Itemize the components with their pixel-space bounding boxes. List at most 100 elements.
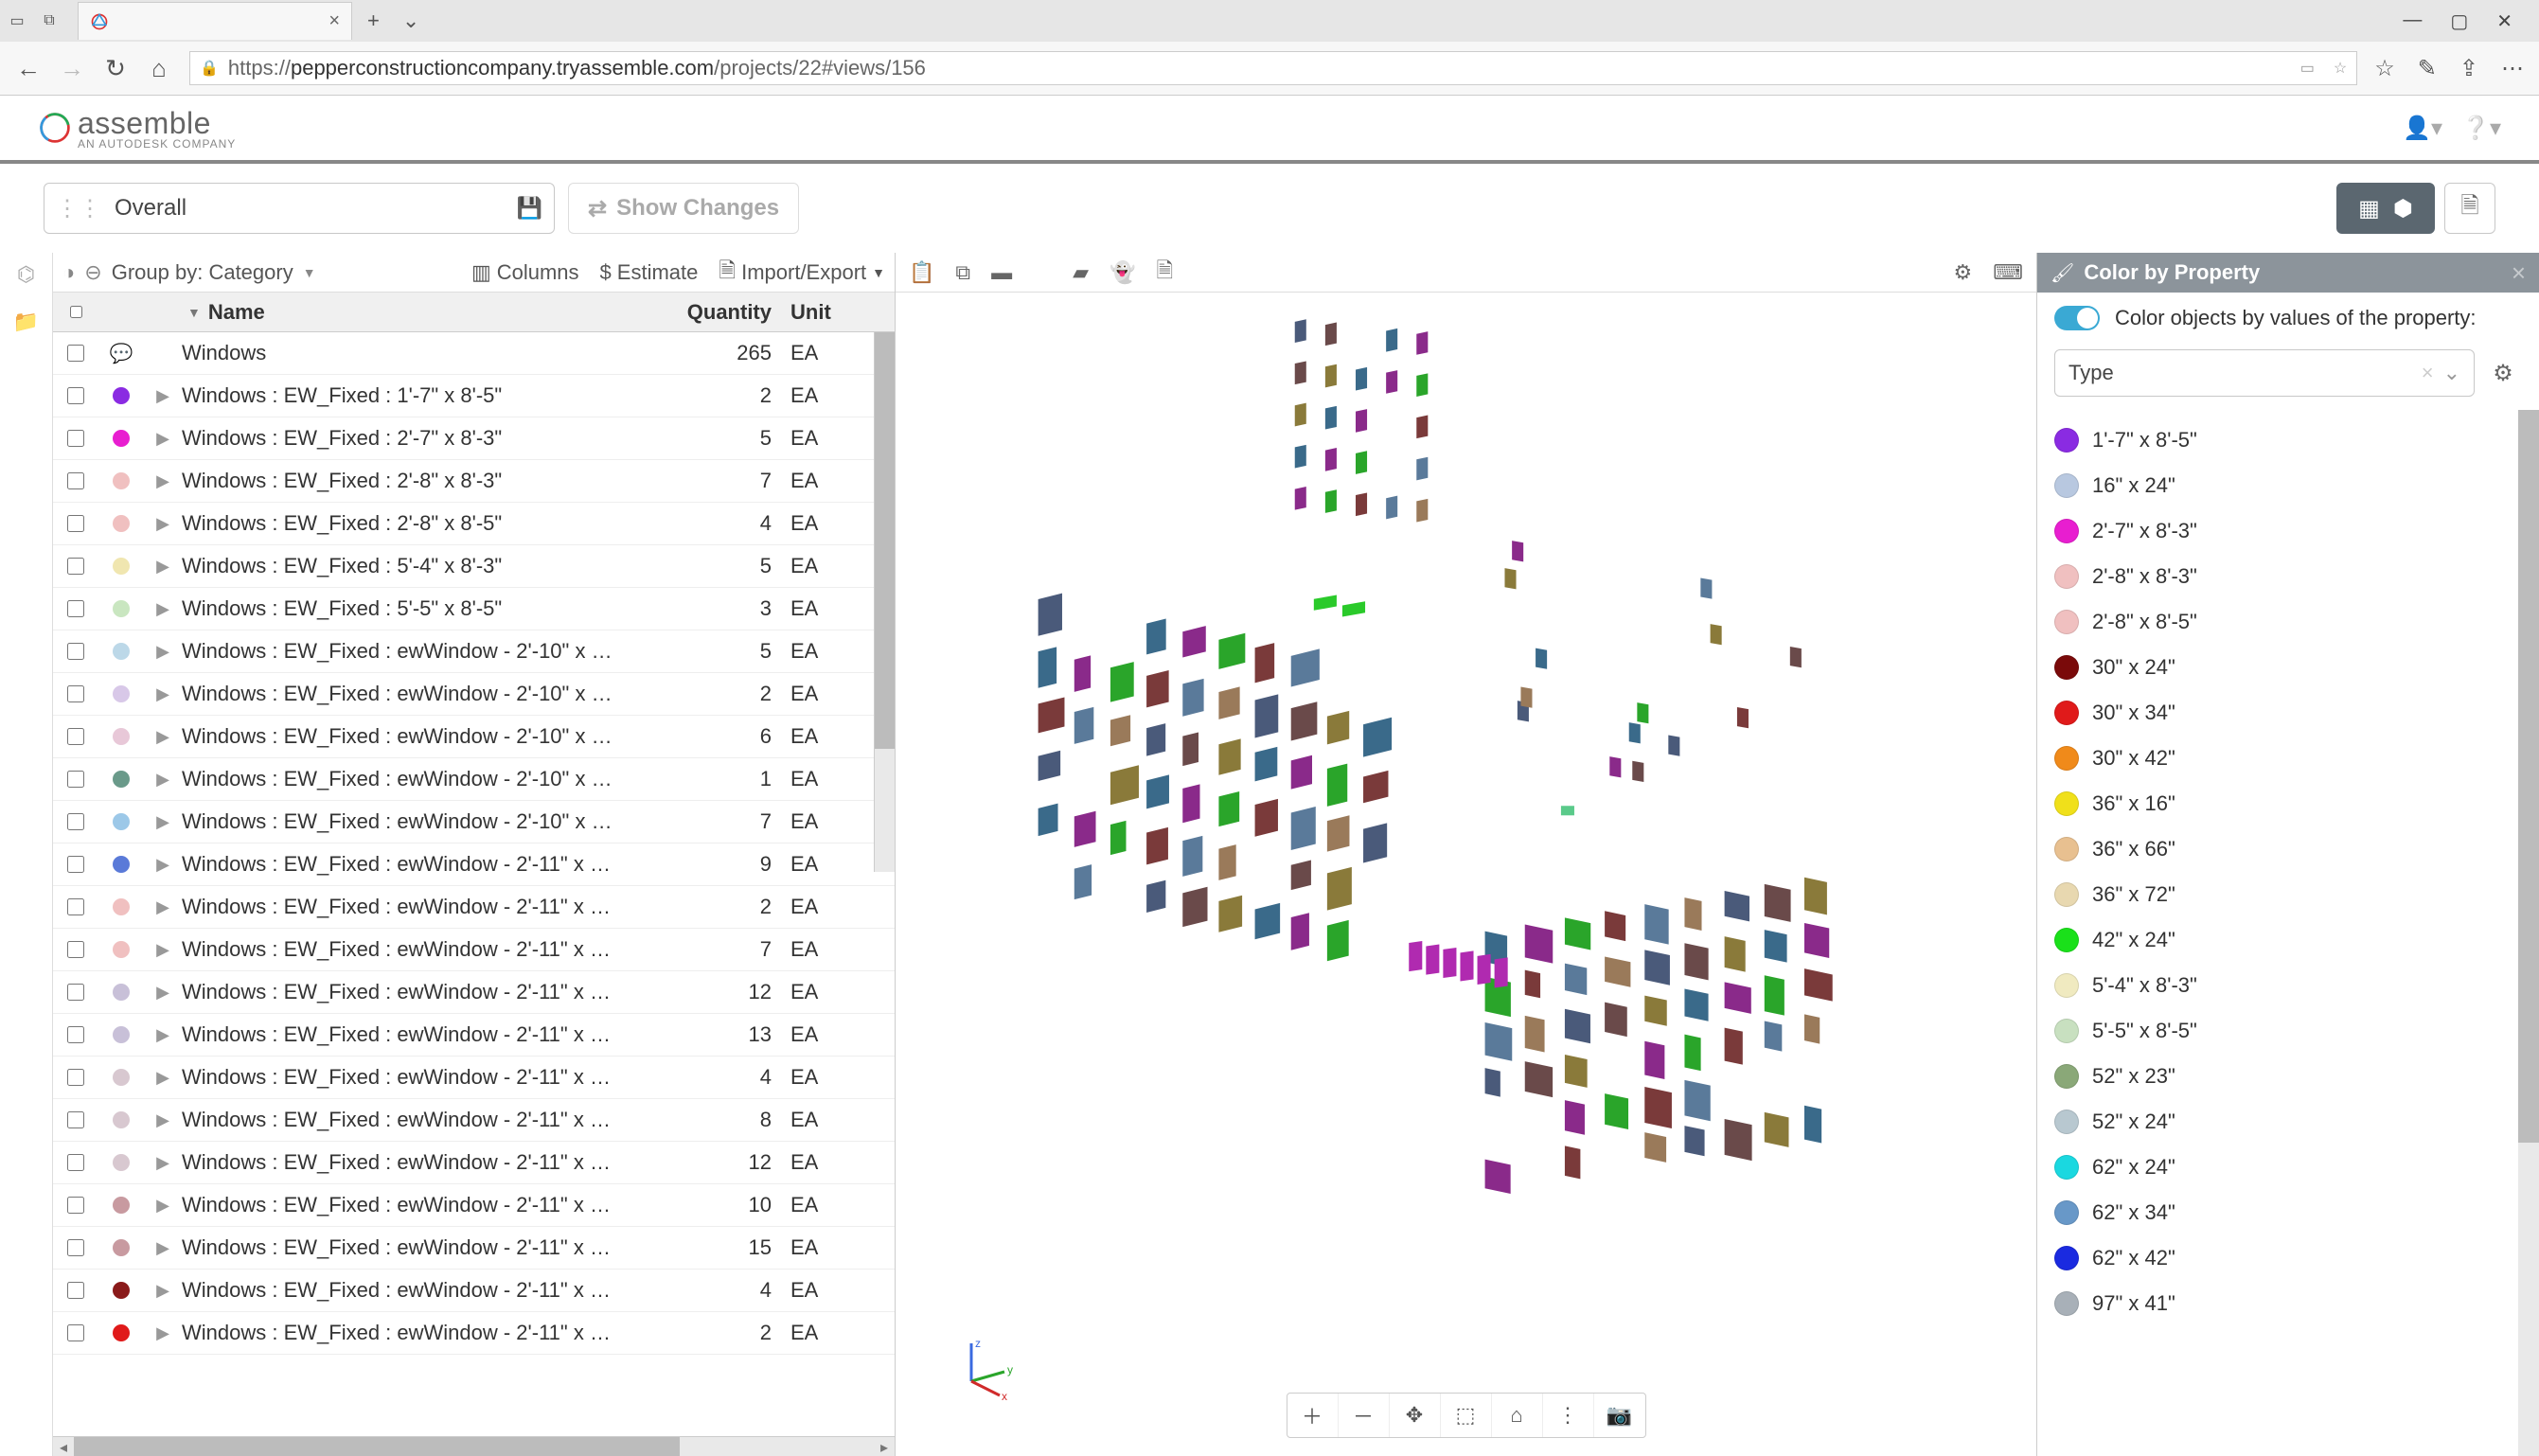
legend-item[interactable]: 52" x 23": [2054, 1054, 2522, 1099]
grid-row[interactable]: ▶Windows : EW_Fixed : ewWindow - 2'-11" …: [53, 1142, 895, 1184]
copy-icon[interactable]: ⧉: [955, 260, 970, 285]
more-icon[interactable]: ⋯: [2501, 55, 2524, 82]
row-checkbox[interactable]: [67, 941, 84, 958]
expand-icon[interactable]: ▶: [144, 1281, 182, 1301]
grid-vertical-scrollbar[interactable]: [874, 332, 895, 872]
url-input[interactable]: 🔒 https://pepperconstructioncompany.trya…: [189, 51, 2357, 85]
row-checkbox[interactable]: [67, 345, 84, 362]
grid-row[interactable]: ▶Windows : EW_Fixed : 1'-7" x 8'-5"2EA: [53, 375, 895, 417]
expand-icon[interactable]: ▶: [144, 940, 182, 960]
row-checkbox[interactable]: [67, 728, 84, 745]
row-checkbox[interactable]: [67, 1239, 84, 1256]
expand-icon[interactable]: ▶: [144, 386, 182, 406]
section-box-icon[interactable]: ▰: [1073, 260, 1089, 285]
legend-item[interactable]: 36" x 72": [2054, 872, 2522, 917]
scroll-left-icon[interactable]: ◂: [53, 1438, 74, 1456]
gear-icon[interactable]: ⚙: [1954, 260, 1973, 285]
legend-item[interactable]: 2'-8" x 8'-3": [2054, 554, 2522, 599]
show-changes-button[interactable]: ⇄ Show Changes: [568, 183, 799, 234]
grid-row[interactable]: ▶Windows : EW_Fixed : ewWindow - 2'-11" …: [53, 1227, 895, 1270]
grid-row[interactable]: ▶Windows : EW_Fixed : ewWindow - 2'-11" …: [53, 1184, 895, 1227]
grid-row[interactable]: ▶Windows : EW_Fixed : 2'-7" x 8'-3"5EA: [53, 417, 895, 460]
grid-row[interactable]: ▶Windows : EW_Fixed : ewWindow - 2'-10" …: [53, 630, 895, 673]
scroll-right-icon[interactable]: ▸: [874, 1438, 895, 1456]
folder-icon[interactable]: 📁: [13, 310, 39, 334]
expand-icon[interactable]: ▶: [144, 770, 182, 790]
legend-scrollbar[interactable]: [2518, 410, 2539, 1456]
page-icon[interactable]: 🗎: [1156, 255, 1173, 291]
user-menu-icon[interactable]: 👤▾: [2403, 115, 2442, 142]
chevron-down-icon[interactable]: ▼: [303, 265, 316, 280]
row-checkbox[interactable]: [67, 600, 84, 617]
grid-row[interactable]: ▶Windows : EW_Fixed : 2'-8" x 8'-5"4EA: [53, 503, 895, 545]
grid-row[interactable]: ▶Windows : EW_Fixed : ewWindow - 2'-11" …: [53, 929, 895, 971]
row-checkbox[interactable]: [67, 1026, 84, 1043]
zoom-in-button[interactable]: ＋: [1287, 1394, 1339, 1437]
columns-button[interactable]: ▥ Columns: [471, 255, 579, 291]
row-checkbox[interactable]: [67, 1282, 84, 1299]
keyboard-icon[interactable]: ⌨: [1993, 260, 2023, 285]
import-export-button[interactable]: 🗎 Import/Export ▼: [719, 255, 885, 291]
row-checkbox[interactable]: [67, 643, 84, 660]
grid-row[interactable]: ▶Windows : EW_Fixed : ewWindow - 2'-10" …: [53, 673, 895, 716]
expand-icon[interactable]: ▶: [144, 514, 182, 534]
favorites-icon[interactable]: ☆: [2374, 55, 2395, 82]
legend-item[interactable]: 2'-7" x 8'-3": [2054, 508, 2522, 554]
grid-row[interactable]: ▶Windows : EW_Fixed : ewWindow - 2'-11" …: [53, 843, 895, 886]
row-checkbox[interactable]: [67, 771, 84, 788]
header-name[interactable]: ▼ Name: [182, 300, 658, 325]
expand-icon[interactable]: ▶: [144, 1196, 182, 1216]
color-toggle[interactable]: [2054, 306, 2100, 330]
grid-row[interactable]: ▶Windows : EW_Fixed : ewWindow - 2'-11" …: [53, 1270, 895, 1312]
expand-icon[interactable]: ▶: [144, 1323, 182, 1343]
legend-item[interactable]: 30" x 34": [2054, 690, 2522, 736]
grid-row[interactable]: ▶Windows : EW_Fixed : ewWindow - 2'-11" …: [53, 971, 895, 1014]
axis-gizmo-icon[interactable]: z y x: [952, 1334, 1019, 1400]
legend-item[interactable]: 42" x 24": [2054, 917, 2522, 963]
expand-icon[interactable]: ▶: [144, 684, 182, 704]
forward-button[interactable]: →: [59, 54, 85, 83]
filter-icon[interactable]: ◑: [62, 260, 75, 285]
row-checkbox[interactable]: [67, 856, 84, 873]
legend-item[interactable]: 5'-4" x 8'-3": [2054, 963, 2522, 1008]
tab-unknown-icon-1[interactable]: ▭: [8, 11, 27, 30]
tab-unknown-icon-2[interactable]: ⧉: [40, 11, 59, 30]
grid-row[interactable]: ▶Windows : EW_Fixed : ewWindow - 2'-10" …: [53, 758, 895, 801]
header-unit[interactable]: Unit: [790, 300, 895, 325]
group-by-label[interactable]: Group by: Category: [112, 260, 293, 285]
chevron-down-icon[interactable]: ⌄: [2443, 361, 2460, 385]
row-checkbox[interactable]: [67, 1111, 84, 1128]
legend-item[interactable]: 52" x 24": [2054, 1099, 2522, 1145]
expand-icon[interactable]: ▶: [144, 983, 182, 1003]
expand-icon[interactable]: ▶: [144, 429, 182, 449]
expand-icon[interactable]: ▶: [144, 471, 182, 491]
close-window-icon[interactable]: ✕: [2496, 9, 2512, 33]
legend-item[interactable]: 62" x 34": [2054, 1190, 2522, 1235]
grid-row[interactable]: ▶Windows : EW_Fixed : ewWindow - 2'-11" …: [53, 886, 895, 929]
expand-icon[interactable]: ▶: [144, 812, 182, 832]
pan-button[interactable]: ✥: [1390, 1394, 1441, 1437]
legend-item[interactable]: 97" x 41": [2054, 1281, 2522, 1326]
row-checkbox[interactable]: [67, 387, 84, 404]
home-button[interactable]: ⌂: [146, 54, 172, 83]
save-view-icon[interactable]: 💾: [517, 196, 542, 221]
expand-icon[interactable]: ▶: [144, 557, 182, 577]
grid-row[interactable]: ▶Windows : EW_Fixed : ewWindow - 2'-11" …: [53, 1014, 895, 1056]
model-viewer[interactable]: [896, 293, 2036, 1339]
expand-icon[interactable]: ▶: [144, 855, 182, 875]
grid-horizontal-scrollbar[interactable]: ◂ ▸: [53, 1436, 895, 1456]
ghost-icon[interactable]: 👻: [1110, 260, 1135, 285]
row-checkbox[interactable]: [67, 984, 84, 1001]
expand-icon[interactable]: ▶: [144, 642, 182, 662]
row-checkbox[interactable]: [67, 515, 84, 532]
expand-icon[interactable]: ▶: [144, 599, 182, 619]
legend-item[interactable]: 30" x 24": [2054, 645, 2522, 690]
expand-icon[interactable]: ▶: [144, 897, 182, 917]
expand-icon[interactable]: ▶: [144, 1238, 182, 1258]
row-checkbox[interactable]: [67, 1069, 84, 1086]
browser-tab[interactable]: ×: [78, 2, 352, 40]
view-selector[interactable]: ⋮⋮ Overall 💾: [44, 183, 555, 234]
row-checkbox[interactable]: [67, 1324, 84, 1341]
grid-row[interactable]: ▶Windows : EW_Fixed : ewWindow - 2'-11" …: [53, 1099, 895, 1142]
new-tab-button[interactable]: +: [360, 9, 387, 33]
